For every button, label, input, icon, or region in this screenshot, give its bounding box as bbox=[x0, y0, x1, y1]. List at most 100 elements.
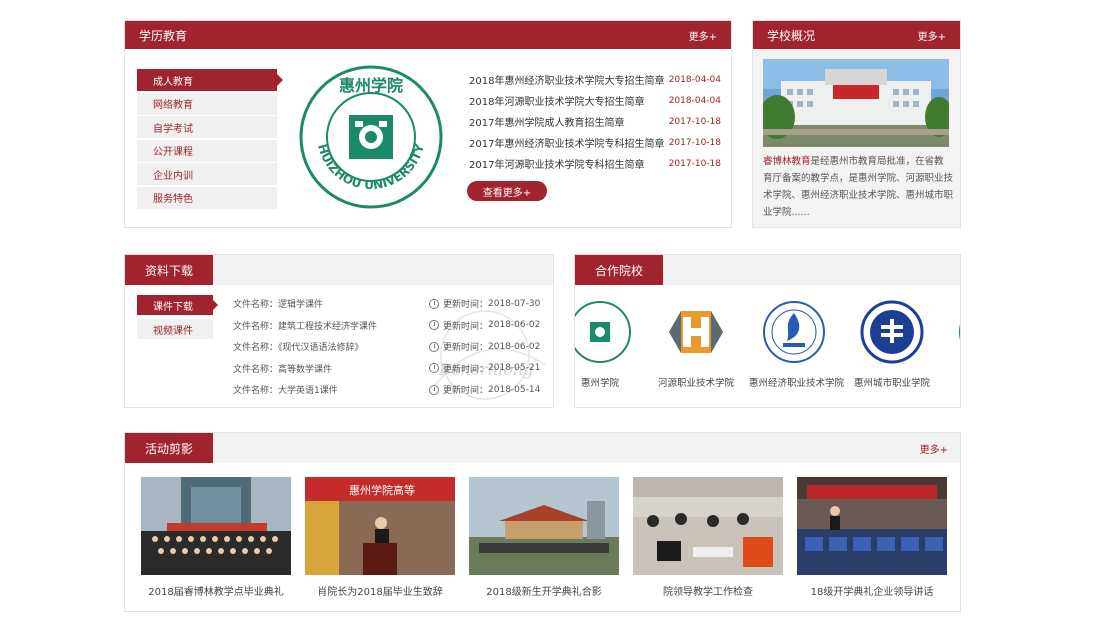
activity-item[interactable]: 2018届睿博林教学点毕业典礼 bbox=[141, 477, 291, 598]
view-more-button[interactable]: 查看更多+ bbox=[467, 181, 547, 201]
download-panel: 资料下载 Bonerhiong 课件下载 视频课件 文件名称：逻辑学课件 更新时… bbox=[124, 254, 554, 408]
menu-item-service-features[interactable]: 服务特色 bbox=[137, 186, 277, 209]
partner-schools-panel: 合作院校 惠州学院 河源职业技术学院 惠州经济职业技术学院 惠州城市职业学院 bbox=[574, 254, 961, 408]
news-item[interactable]: 2017年惠州经济职业技术学院专科招生简章 2017-10-18 bbox=[469, 132, 721, 153]
clock-icon bbox=[429, 320, 439, 331]
news-title[interactable]: 2017年惠州学院成人教育招生简章 bbox=[469, 114, 624, 129]
education-menu: 成人教育 网络教育 自学考试 公开课程 企业内训 服务特色 bbox=[137, 69, 283, 211]
overview-title: 学校概况 bbox=[767, 28, 816, 43]
education-panel: 学历教育 更多+ 成人教育 网络教育 自学考试 公开课程 企业内训 服务特色 惠… bbox=[124, 20, 732, 228]
education-header: 学历教育 更多+ bbox=[125, 21, 731, 49]
partner-title: 合作院校 bbox=[575, 255, 664, 285]
huizhou-economics-college-logo bbox=[761, 299, 827, 365]
education-more-link[interactable]: 更多+ bbox=[689, 28, 717, 43]
file-row[interactable]: 文件名称：《现代汉语语法修辞》 更新时间： 2018-06-02 bbox=[233, 336, 543, 358]
menu-item-corporate-training[interactable]: 企业内训 bbox=[137, 163, 277, 186]
menu-item-courseware[interactable]: 课件下载 bbox=[137, 295, 218, 315]
file-name: 文件名称：《现代汉语语法修辞》 bbox=[233, 343, 364, 354]
news-date: 2018-04-04 bbox=[668, 95, 721, 106]
news-title[interactable]: 2017年惠州经济职业技术学院专科招生简章 bbox=[469, 135, 664, 150]
news-date: 2018-04-04 bbox=[668, 74, 721, 85]
activity-panel: 活动剪影 更多+ 2018届睿博林教学点毕业典礼 惠州学院高等 肖院长为2018… bbox=[124, 432, 961, 612]
menu-item-video-courseware[interactable]: 视频课件 bbox=[137, 319, 213, 339]
news-item[interactable]: 2018年惠州经济职业技术学院大专招生简章 2018-04-04 bbox=[469, 69, 721, 90]
overview-header: 学校概况 更多+ bbox=[753, 21, 960, 49]
news-date: 2017-10-18 bbox=[668, 116, 721, 127]
menu-item-open-courses[interactable]: 公开课程 bbox=[137, 139, 277, 162]
activity-caption[interactable]: 2018级新生开学典礼合影 bbox=[469, 583, 619, 598]
overview-highlight[interactable]: 睿博林教育 bbox=[763, 156, 811, 167]
activity-title: 活动剪影 bbox=[125, 433, 214, 463]
opening-ceremony-photo[interactable] bbox=[797, 477, 947, 575]
partner-name[interactable]: 惠州学院 bbox=[575, 375, 645, 389]
huizhou-university-logo: 惠州学院 HUIZHOU UNIVERSITY bbox=[293, 65, 449, 209]
partner-item[interactable]: 惠州学院 bbox=[575, 299, 645, 389]
download-title: 资料下载 bbox=[125, 255, 214, 285]
clock-icon bbox=[429, 298, 439, 309]
file-row[interactable]: 文件名称：建筑工程技术经济学课件 更新时间： 2018-06-02 bbox=[233, 315, 543, 337]
activity-caption[interactable]: 肖院长为2018届毕业生致辞 bbox=[305, 583, 455, 598]
huizhou-university-logo-small bbox=[575, 299, 633, 365]
partner-item-partial[interactable] bbox=[945, 299, 960, 365]
logo-chinese-text: 惠州学院 bbox=[339, 76, 403, 95]
file-time: 更新时间： 2018-05-14 bbox=[429, 383, 540, 396]
clock-icon bbox=[429, 384, 439, 395]
classroom-inspection-photo[interactable] bbox=[633, 477, 783, 575]
activity-caption[interactable]: 2018届睿博林教学点毕业典礼 bbox=[141, 583, 291, 598]
clock-icon bbox=[429, 363, 439, 374]
news-item[interactable]: 2017年河源职业技术学院专科招生简章 2017-10-18 bbox=[469, 153, 721, 174]
activity-caption[interactable]: 院领导教学工作检查 bbox=[633, 583, 783, 598]
menu-item-online-education[interactable]: 网络教育 bbox=[137, 92, 277, 115]
file-name: 文件名称：建筑工程技术经济学课件 bbox=[233, 321, 378, 332]
activity-item[interactable]: 18级开学典礼企业领导讲话 bbox=[797, 477, 947, 598]
activity-item[interactable]: 院领导教学工作检查 bbox=[633, 477, 783, 598]
huizhou-city-college-logo bbox=[859, 299, 925, 365]
education-news-list: 2018年惠州经济职业技术学院大专招生简章 2018-04-04 2018年河源… bbox=[469, 69, 721, 174]
partner-item[interactable]: 惠州经济职业技术学院 bbox=[749, 299, 844, 389]
heyuan-college-logo bbox=[663, 299, 729, 365]
partner-name[interactable]: 河源职业技术学院 bbox=[651, 375, 741, 389]
file-time: 更新时间： 2018-06-02 bbox=[429, 319, 540, 332]
menu-item-self-study-exam[interactable]: 自学考试 bbox=[137, 116, 277, 139]
partner-carousel[interactable]: 惠州学院 河源职业技术学院 惠州经济职业技术学院 惠州城市职业学院 bbox=[575, 299, 960, 399]
partner-name[interactable]: 惠州经济职业技术学院 bbox=[749, 375, 844, 389]
download-header: 资料下载 bbox=[125, 255, 553, 285]
activity-item[interactable]: 2018级新生开学典礼合影 bbox=[469, 477, 619, 598]
file-time: 更新时间： 2018-06-02 bbox=[429, 340, 540, 353]
news-date: 2017-10-18 bbox=[668, 158, 721, 169]
news-title[interactable]: 2018年惠州经济职业技术学院大专招生简章 bbox=[469, 72, 664, 87]
education-title: 学历教育 bbox=[139, 28, 188, 43]
overview-more-link[interactable]: 更多+ bbox=[918, 28, 946, 43]
file-list: 文件名称：逻辑学课件 更新时间： 2018-07-30 文件名称：建筑工程技术经济… bbox=[233, 293, 543, 401]
activity-item[interactable]: 惠州学院高等 肖院长为2018届毕业生致辞 bbox=[305, 477, 455, 598]
speech-photo[interactable]: 惠州学院高等 bbox=[305, 477, 455, 575]
download-menu: 课件下载 视频课件 bbox=[137, 295, 218, 343]
activity-caption[interactable]: 18级开学典礼企业领导讲话 bbox=[797, 583, 947, 598]
file-name: 文件名称：逻辑学课件 bbox=[233, 300, 324, 311]
partner-name[interactable]: 惠州城市职业学院 bbox=[847, 375, 937, 389]
file-name: 文件名称：大学英语1课件 bbox=[233, 386, 338, 397]
activity-header: 活动剪影 更多+ bbox=[125, 433, 960, 463]
banner-text: 惠州学院高等 bbox=[349, 483, 415, 497]
news-item[interactable]: 2018年河源职业技术学院大专招生简章 2018-04-04 bbox=[469, 90, 721, 111]
partner-header: 合作院校 bbox=[575, 255, 960, 285]
clock-icon bbox=[429, 341, 439, 352]
file-name: 文件名称：高等数学课件 bbox=[233, 364, 333, 375]
partner-item[interactable]: 惠州城市职业学院 bbox=[847, 299, 937, 389]
file-row[interactable]: 文件名称：高等数学课件 更新时间： 2018-05-21 bbox=[233, 358, 543, 380]
partner-logo-partial bbox=[957, 299, 960, 365]
graduation-ceremony-photo[interactable] bbox=[141, 477, 291, 575]
news-date: 2017-10-18 bbox=[668, 137, 721, 148]
group-photo[interactable] bbox=[469, 477, 619, 575]
news-title[interactable]: 2017年河源职业技术学院专科招生简章 bbox=[469, 156, 644, 171]
file-row[interactable]: 文件名称：逻辑学课件 更新时间： 2018-07-30 bbox=[233, 293, 543, 315]
activity-more-link[interactable]: 更多+ bbox=[920, 441, 948, 456]
school-overview-panel: 学校概况 更多+ 睿博林教育是经惠州市教育局批准，在省教育厅备案的教学点，是惠州… bbox=[752, 20, 961, 228]
file-row[interactable]: 文件名称：大学英语1课件 更新时间： 2018-05-14 bbox=[233, 379, 543, 401]
school-building-photo bbox=[763, 59, 949, 147]
news-title[interactable]: 2018年河源职业技术学院大专招生简章 bbox=[469, 93, 644, 108]
file-time: 更新时间： 2018-05-21 bbox=[429, 362, 540, 375]
partner-item[interactable]: 河源职业技术学院 bbox=[651, 299, 741, 389]
menu-item-adult-education[interactable]: 成人教育 bbox=[137, 69, 283, 91]
news-item[interactable]: 2017年惠州学院成人教育招生简章 2017-10-18 bbox=[469, 111, 721, 132]
